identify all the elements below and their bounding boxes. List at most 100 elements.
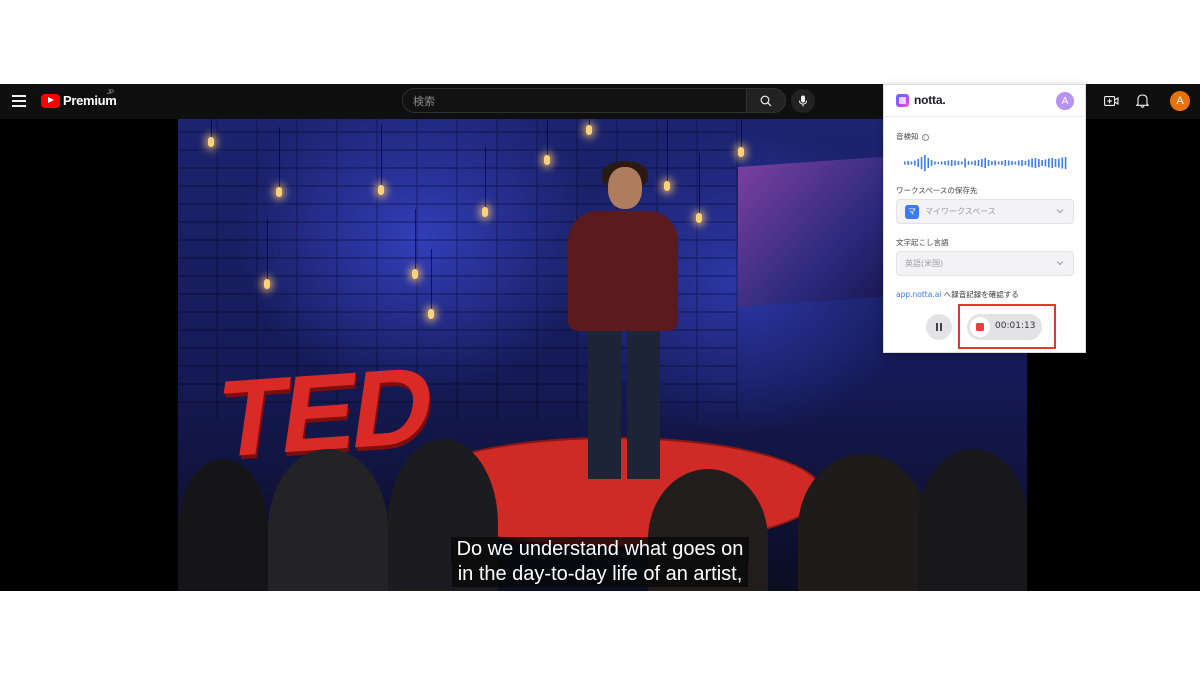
waveform-bar [1024, 161, 1027, 165]
waveform-bar [1031, 158, 1033, 168]
subtitle-text-1: Do we understand what goes on [450, 537, 750, 562]
waveform-bar [1041, 160, 1043, 166]
create-video-button[interactable] [1104, 94, 1119, 112]
info-icon[interactable]: i [921, 133, 929, 141]
light-bulb [378, 125, 384, 195]
waveform-bar [910, 161, 913, 165]
waveform-bar [914, 160, 916, 166]
waveform-bar [997, 161, 1000, 165]
youtube-logo[interactable]: Premium JP [41, 90, 117, 108]
light-bulb [276, 127, 282, 197]
waveform-bar [1034, 158, 1037, 168]
speaker-head [608, 167, 642, 209]
audio-detect-label: 音検知 i [896, 131, 929, 142]
waveform-bar [1064, 157, 1067, 169]
waveform-bar [1048, 158, 1050, 168]
audio-waveform [904, 155, 1067, 171]
subtitle-text-2: in the day-to-day life of an artist, [451, 562, 749, 587]
waveform-bar [964, 158, 966, 168]
workspace-value: マイワークスペース [925, 207, 996, 216]
waveform-bar [940, 161, 943, 165]
speaker-legs [588, 329, 660, 479]
logo-region: JP [107, 90, 115, 96]
waveform-bar [917, 159, 919, 167]
waveform-bar [1044, 159, 1047, 167]
waveform-bar [981, 159, 983, 167]
waveform-bar [934, 161, 936, 165]
search-button[interactable] [746, 88, 786, 113]
waveform-bar [1058, 158, 1060, 168]
notta-avatar[interactable]: A [1056, 92, 1074, 110]
waveform-bar [1061, 157, 1064, 169]
chevron-down-icon [1056, 261, 1064, 266]
waveform-bar [930, 160, 933, 166]
notifications-button[interactable] [1135, 93, 1150, 113]
chevron-down-icon [1056, 209, 1064, 214]
light-bulb [482, 147, 488, 217]
waveform-bar [1011, 161, 1013, 165]
pause-icon [936, 323, 938, 331]
subtitle-line-2: in the day-to-day life of an artist, [0, 562, 1200, 587]
waveform-bar [1027, 159, 1030, 167]
youtube-avatar[interactable]: A [1170, 91, 1190, 111]
pause-icon [940, 323, 942, 331]
light-bulb [586, 119, 592, 135]
waveform-bar [994, 160, 997, 166]
notta-header: notta. A [884, 85, 1085, 117]
waveform-bar [977, 160, 980, 166]
voice-search-button[interactable] [791, 89, 815, 113]
waveform-bar [924, 155, 926, 171]
waveform-bar [967, 161, 970, 165]
menu-icon[interactable] [12, 95, 26, 107]
waveform-bar [1051, 158, 1053, 168]
waveform-bar [987, 160, 990, 166]
language-select[interactable]: 英語(米国) [896, 251, 1074, 276]
waveform-bar [991, 161, 993, 165]
search-input[interactable]: 検索 [402, 88, 746, 113]
search-placeholder: 検索 [413, 94, 435, 108]
microphone-icon [799, 95, 807, 107]
light-bulb [264, 219, 270, 289]
search-bar: 検索 [402, 88, 786, 113]
language-value: 英語(米国) [905, 259, 944, 268]
notta-brand: notta. [914, 93, 946, 107]
waveform-bar [1007, 160, 1010, 166]
waveform-bar [920, 157, 923, 169]
bell-icon [1135, 94, 1150, 108]
notta-app-link[interactable]: app.notta.ai [896, 290, 941, 299]
light-bulb [412, 209, 418, 279]
workspace-label: ワークスペースの保存先 [896, 186, 978, 195]
page: Premium JP 検索 A TED Do we understand wha… [0, 0, 1200, 675]
waveform-bar [1038, 159, 1040, 167]
audio-detect-text: 音検知 [896, 132, 919, 141]
records-link-line: app.notta.ai へ録音記録を確認する [896, 289, 1019, 300]
workspace-select[interactable]: マ マイワークスペース [896, 199, 1074, 224]
light-bulb [738, 119, 744, 157]
waveform-bar [904, 161, 906, 165]
annotation-highlight-box [958, 304, 1056, 349]
records-link-suffix: へ録音記録を確認する [941, 290, 1019, 299]
pause-button[interactable] [926, 314, 952, 340]
waveform-bar [944, 161, 946, 165]
workspace-badge: マ [905, 204, 919, 219]
search-icon [760, 95, 772, 106]
waveform-bar [927, 158, 930, 168]
waveform-bar [950, 160, 953, 166]
waveform-bar [1017, 160, 1020, 166]
waveform-bar [1014, 161, 1017, 165]
light-bulb [696, 153, 702, 223]
waveform-bar [907, 161, 909, 165]
waveform-bar [1001, 161, 1003, 165]
waveform-bar [960, 161, 963, 165]
notta-logo-icon [896, 93, 909, 107]
waveform-bar [947, 160, 950, 166]
waveform-bar [957, 161, 960, 165]
notta-logo: notta. [896, 93, 946, 107]
youtube-play-icon [41, 93, 60, 108]
create-video-icon [1104, 96, 1119, 106]
subtitle-line-1: Do we understand what goes on [0, 537, 1200, 562]
waveform-bar [937, 162, 940, 164]
waveform-bar [971, 161, 973, 165]
language-label: 文字起こし言語 [896, 238, 949, 247]
waveform-bar [1021, 160, 1023, 166]
